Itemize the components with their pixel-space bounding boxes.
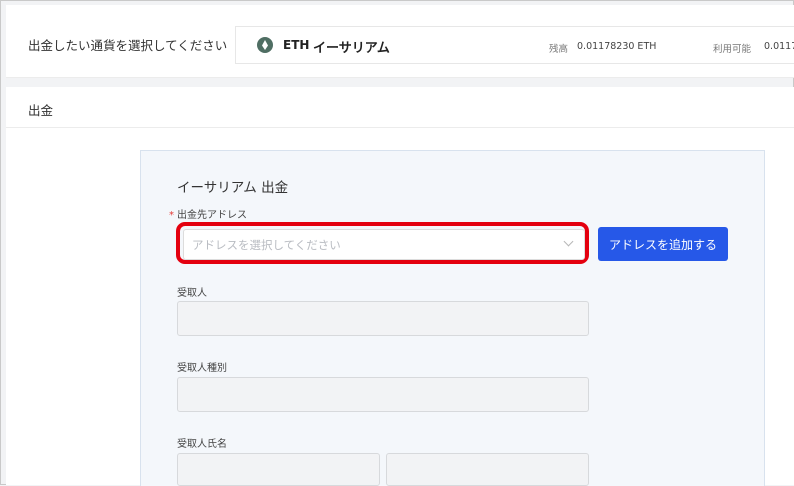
currency-selector-label: 出金したい通貨を選択してください	[28, 38, 228, 53]
required-mark: *	[169, 210, 174, 221]
withdrawal-card: 出金 イーサリアム 出金 * 出金先アドレス アドレスを選択してください アドレス…	[6, 87, 794, 486]
address-placeholder: アドレスを選択してください	[192, 238, 341, 252]
available-label: 利用可能	[713, 44, 752, 55]
chevron-down-icon	[563, 236, 574, 247]
recipient-last-name-field[interactable]	[177, 453, 380, 486]
balance-label: 残高	[549, 44, 569, 55]
recipient-type-label: 受取人種別	[177, 363, 227, 374]
recipient-name-label: 受取人氏名	[177, 439, 227, 450]
add-address-button[interactable]: アドレスを追加する	[598, 227, 728, 261]
recipient-first-name-field[interactable]	[386, 453, 589, 486]
form-title: イーサリアム 出金	[177, 180, 289, 196]
recipient-type-field[interactable]	[177, 377, 589, 412]
currency-select[interactable]: ETH イーサリアム 残高 0.01178230 ETH 利用可能 0.0117	[235, 26, 794, 64]
recipient-field[interactable]	[177, 301, 589, 336]
currency-selector-card: 出金したい通貨を選択してください ETH イーサリアム 残高 0.0117823…	[6, 5, 794, 78]
withdrawal-form: イーサリアム 出金 * 出金先アドレス アドレスを選択してください アドレスを追加…	[140, 150, 765, 486]
currency-name: イーサリアム	[313, 41, 390, 56]
balance-value: 0.01178230 ETH	[577, 41, 657, 52]
currency-code: ETH	[283, 38, 310, 52]
ethereum-icon	[257, 37, 273, 53]
address-select[interactable]: アドレスを選択してください	[183, 229, 585, 260]
available-value: 0.0117	[764, 41, 794, 52]
section-divider	[6, 127, 794, 128]
section-title: 出金	[28, 103, 54, 118]
address-label-text: 出金先アドレス	[177, 210, 247, 221]
recipient-label: 受取人	[177, 288, 207, 299]
address-label: * 出金先アドレス	[169, 206, 247, 221]
